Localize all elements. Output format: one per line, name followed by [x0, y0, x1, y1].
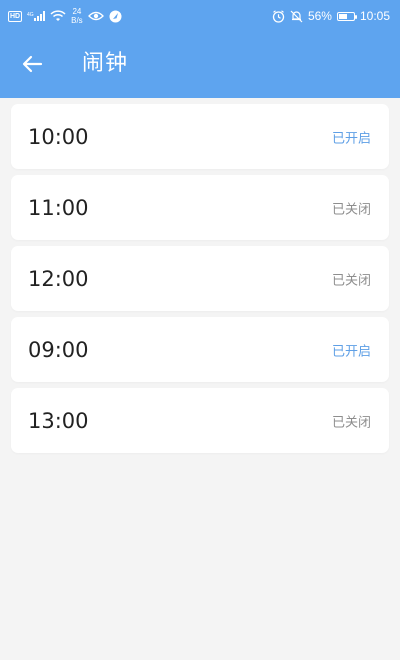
status-left: HD 4G 24 B/s [8, 0, 122, 32]
alarm-status: 已关闭 [331, 202, 371, 217]
eye-icon [87, 11, 104, 21]
alarm-status: 已开启 [331, 131, 371, 146]
network-speed-unit: B/s [71, 16, 83, 25]
alarm-app: HD 4G 24 B/s 56% 10:05 闹钟 10:00 已开启 11:0… [0, 0, 400, 660]
network-speed-value: 24 [72, 7, 82, 16]
battery-percent: 56% [307, 9, 332, 23]
arrow-left-icon [22, 55, 43, 73]
alarm-list: 10:00 已开启 11:00 已关闭 12:00 已关闭 09:00 已开启 … [11, 104, 389, 459]
back-button[interactable] [18, 50, 46, 78]
alarm-time: 13:00 [28, 408, 89, 433]
alarm-item[interactable]: 09:00 已开启 [11, 317, 389, 382]
status-bar: HD 4G 24 B/s 56% 10:05 [0, 0, 400, 32]
battery-icon [336, 11, 357, 21]
mute-bell-icon [290, 10, 303, 23]
alarm-clock-icon [272, 9, 285, 23]
cellular-signal-icon: 4G [27, 10, 46, 22]
battery-fill [338, 13, 347, 19]
network-speed: 24 B/s [71, 7, 83, 25]
wifi-icon [50, 10, 66, 22]
alarm-time: 09:00 [28, 337, 89, 362]
status-time: 10:05 [359, 9, 390, 23]
svg-text:4G: 4G [27, 12, 34, 18]
title-bar: 闹钟 [0, 32, 400, 98]
alarm-status: 已开启 [331, 344, 371, 359]
hd-icon: HD [8, 10, 23, 22]
alarm-item[interactable]: 11:00 已关闭 [11, 175, 389, 240]
alarm-item[interactable]: 10:00 已开启 [11, 104, 389, 169]
alarm-item[interactable]: 13:00 已关闭 [11, 388, 389, 453]
alarm-time: 11:00 [28, 195, 89, 220]
alarm-time: 12:00 [28, 266, 89, 291]
navigation-icon [109, 10, 122, 23]
status-right: 56% 10:05 [272, 0, 390, 32]
alarm-time: 10:00 [28, 124, 89, 149]
app-header: HD 4G 24 B/s 56% 10:05 闹钟 [0, 0, 400, 98]
alarm-item[interactable]: 12:00 已关闭 [11, 246, 389, 311]
page-title: 闹钟 [82, 51, 129, 76]
alarm-status: 已关闭 [331, 415, 371, 430]
alarm-status: 已关闭 [331, 273, 371, 288]
